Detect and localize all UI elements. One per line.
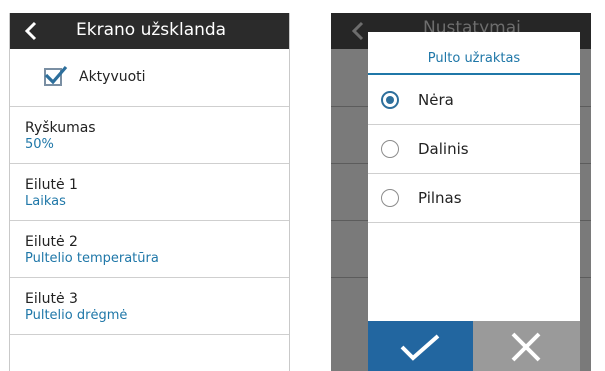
setting-value: Pultelio drėgmė (25, 308, 128, 323)
confirm-button[interactable] (368, 321, 473, 371)
option-label: Pilnas (418, 189, 462, 207)
radio-dot (386, 96, 394, 104)
checkmark-icon (400, 334, 440, 361)
screen-saver-settings-screen: Ekrano užsklanda Aktyvuoti Ryškumas 50% … (9, 13, 290, 371)
option-full[interactable]: Pilnas (368, 174, 580, 223)
setting-row-line-2[interactable]: Eilutė 2 Pultelio temperatūra (10, 221, 289, 278)
activate-label: Aktyvuoti (79, 69, 146, 85)
setting-title: Eilutė 1 (25, 177, 78, 193)
activate-checkbox-row[interactable]: Aktyvuoti (10, 50, 289, 107)
setting-title: Eilutė 2 (25, 234, 78, 250)
dialog-title: Pulto užraktas (427, 51, 521, 66)
setting-value: Laikas (25, 194, 66, 209)
radio-button[interactable] (381, 189, 399, 207)
option-label: Dalinis (418, 140, 469, 158)
setting-row-line-1[interactable]: Eilutė 1 Laikas (10, 164, 289, 221)
activate-checkbox[interactable] (44, 65, 68, 86)
back-button[interactable] (10, 13, 58, 49)
setting-title: Ryškumas (25, 120, 96, 136)
option-partial[interactable]: Dalinis (368, 125, 580, 174)
setting-row-line-3[interactable]: Eilutė 3 Pultelio drėgmė (10, 278, 289, 335)
panel-lock-dialog: Pulto užraktas Nėra Dalinis Pilnas (368, 32, 580, 371)
setting-value: Pultelio temperatūra (25, 251, 159, 266)
option-none[interactable]: Nėra (368, 76, 580, 125)
page-title: Ekrano užsklanda (76, 20, 227, 40)
setting-value: 50% (25, 137, 54, 152)
cancel-button[interactable] (473, 321, 580, 371)
setting-title: Eilutė 3 (25, 291, 78, 307)
radio-button-selected[interactable] (381, 91, 399, 109)
chevron-left-icon (24, 21, 37, 41)
chevron-left-icon (351, 21, 364, 41)
dialog-title-underline (368, 73, 580, 75)
panel-lock-screen: Nustatymai Pulto užraktas Nėra Dalinis P… (331, 13, 591, 371)
radio-button[interactable] (381, 140, 399, 158)
option-label: Nėra (418, 91, 454, 109)
checkmark-icon (44, 65, 68, 85)
setting-row-brightness[interactable]: Ryškumas 50% (10, 107, 289, 164)
title-bar: Ekrano užsklanda (10, 13, 289, 49)
close-icon (511, 332, 541, 362)
